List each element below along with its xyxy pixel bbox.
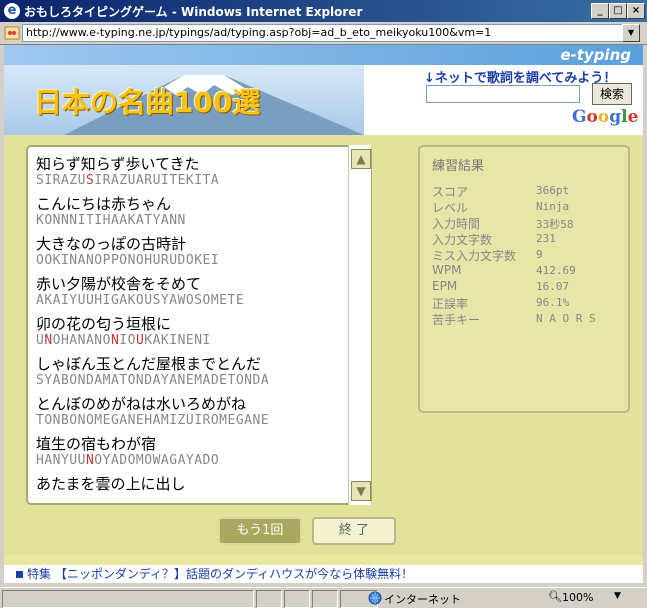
- lyric-kanji: しゃぼん玉とんだ屋根までとんだ: [36, 355, 262, 373]
- stat-label: 苦手キー: [432, 313, 481, 327]
- lyrics-list: 知らず知らず歩いてきた SIRAZUSIRAZUARUITEKITA こんにちは…: [26, 145, 372, 505]
- lyric-kanji: とんぼのめがねは水いろめがね: [36, 395, 247, 413]
- lyric-romaji: TONBONOMEGANEHAMIZUIROMEGANE: [36, 413, 270, 428]
- lyric-search-panel: ↓ネットで歌詞を調べてみよう！ 検索 Google: [364, 65, 643, 135]
- brand-strip: e-typing: [4, 45, 643, 65]
- ie-logo-icon: e: [4, 3, 20, 19]
- status-cell: [256, 590, 282, 608]
- scroll-down-icon[interactable]: ▼: [351, 481, 371, 501]
- page-title: 日本の名曲100選: [34, 86, 261, 119]
- stat-label: スコア: [432, 185, 469, 199]
- window-title: おもしろタイピングゲーム - Windows Internet Explorer: [24, 5, 363, 19]
- lyric-kanji: あたまを雲の上に出し: [36, 475, 186, 493]
- promo-banner[interactable]: 特集 【ニッポンダンディ？】話題のダンディハウスが今なら体験無料！: [4, 565, 643, 583]
- zoom-level[interactable]: 100%: [562, 591, 593, 604]
- stat-label: レベル: [432, 201, 469, 215]
- stat-label: ミス入力文字数: [432, 249, 517, 263]
- maximize-button[interactable]: □: [609, 3, 627, 19]
- lyric-kanji: 埴生の宿もわが宿: [36, 435, 157, 453]
- lyric-romaji: UNOHANANONIOUKAKINENI: [36, 333, 211, 348]
- stat-value: 231: [536, 232, 556, 245]
- globe-icon: [368, 591, 382, 605]
- lyric-romaji: HANYUUNOYADOMOWAGAYADO: [36, 453, 220, 468]
- stat-value: N A O R S: [536, 312, 596, 325]
- web-page: e-typing 日本の名曲100選 ↓ネットで歌詞を調べてみよう！ 検索 Go…: [4, 45, 643, 583]
- google-logo: Google: [572, 107, 639, 127]
- stat-value: 16.07: [536, 280, 570, 293]
- stat-label: WPM: [432, 263, 462, 277]
- status-main: [2, 590, 254, 608]
- stat-label: EPM: [432, 279, 458, 293]
- results-panel: 練習結果 スコア 366pt レベル Ninja 入力時間 33秒58 入力文字…: [418, 145, 630, 413]
- stat-label: 入力時間: [432, 217, 481, 231]
- stat-value: 33秒58: [536, 218, 574, 231]
- end-button[interactable]: 終 了: [312, 517, 396, 545]
- zoom-icon[interactable]: 🔍︎: [548, 590, 562, 603]
- bullet-square-icon: [16, 571, 23, 578]
- security-zone: インターネット: [384, 593, 461, 606]
- lyric-kanji: こんにちは赤ちゃん: [36, 195, 172, 213]
- page-icon: [4, 26, 20, 40]
- stat-value: Ninja: [536, 200, 570, 213]
- zoom-dropdown-icon[interactable]: ▼: [614, 591, 621, 601]
- lyric-kanji: 知らず知らず歩いてきた: [36, 155, 200, 173]
- lyric-romaji: SYABONDAMATONDAYANEMADETONDA: [36, 373, 270, 388]
- hero-banner: 日本の名曲100選: [4, 65, 364, 135]
- minimize-button[interactable]: _: [591, 3, 609, 19]
- search-input[interactable]: [426, 85, 580, 103]
- promo-text[interactable]: 特集 【ニッポンダンディ？】話題のダンディハウスが今なら体験無料！: [27, 567, 413, 581]
- status-cell: [284, 590, 310, 608]
- address-bar: http://www.e-typing.ne.jp/typings/ad/typ…: [0, 22, 647, 45]
- search-button[interactable]: 検索: [592, 83, 632, 105]
- lyric-romaji: KONNNITIHAAKATYANN: [36, 213, 186, 228]
- lyrics-scrollbar[interactable]: ▲ ▼: [348, 145, 371, 505]
- url-dropdown-icon[interactable]: ▼: [622, 24, 640, 42]
- stat-label: 入力文字数: [432, 233, 493, 247]
- lyric-kanji: 卯の花の匂う垣根に: [36, 315, 172, 333]
- window-titlebar: e おもしろタイピングゲーム - Windows Internet Explor…: [0, 0, 647, 22]
- lyric-romaji: SIRAZUSIRAZUARUITEKITA: [36, 173, 220, 188]
- close-button[interactable]: ×: [627, 3, 645, 19]
- stat-value: 412.69: [536, 264, 576, 277]
- lyric-kanji: 大きなのっぽの古時計: [36, 235, 187, 253]
- status-cell: [312, 590, 338, 608]
- stat-value: 9: [536, 248, 543, 261]
- stat-value: 366pt: [536, 184, 570, 197]
- status-bar: インターネット 🔍︎ 100% ▼: [0, 587, 647, 608]
- results-title: 練習結果: [432, 159, 485, 174]
- url-field[interactable]: http://www.e-typing.ne.jp/typings/ad/typ…: [22, 24, 627, 42]
- lyric-kanji: 赤い夕陽が校舎をそめて: [36, 275, 202, 293]
- retry-button[interactable]: もう1回: [218, 517, 302, 545]
- lyric-romaji: OOKINANOPPONOHURUDOKEI: [36, 253, 220, 268]
- stat-value: 96.1%: [536, 296, 570, 309]
- lyric-romaji: AKAIYUUHIGAKOUSYAWOSOMETE: [36, 293, 245, 308]
- lyric-search-link[interactable]: ↓ネットで歌詞を調べてみよう！: [424, 67, 616, 86]
- brand-logo: e-typing: [560, 46, 631, 64]
- stat-label: 正誤率: [432, 297, 469, 311]
- scroll-up-icon[interactable]: ▲: [351, 149, 371, 169]
